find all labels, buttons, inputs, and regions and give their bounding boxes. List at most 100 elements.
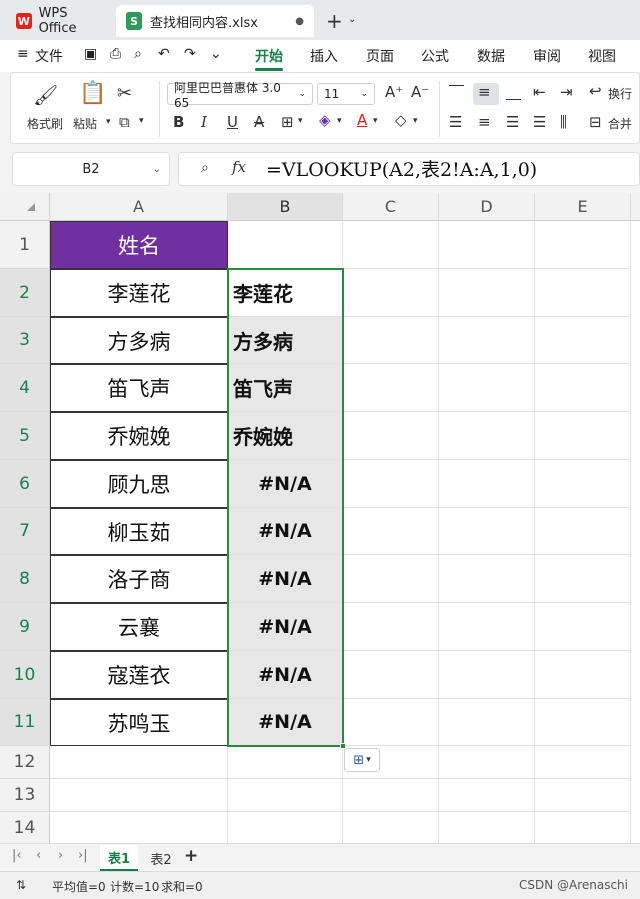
menu-tab-view[interactable]: 视图 (588, 46, 616, 66)
cell-c7[interactable] (343, 508, 439, 555)
cell-a11[interactable]: 苏鸣玉 (50, 699, 228, 746)
align-middle-icon[interactable]: ≡ (478, 83, 491, 101)
cell-c11[interactable] (343, 699, 439, 746)
previous-sheet-icon[interactable]: ‹ (36, 848, 41, 863)
distributed-align-icon[interactable]: ⫼ (560, 113, 567, 131)
cell-b4[interactable]: 笛飞声 (228, 364, 343, 412)
column-header-d[interactable]: D (439, 193, 535, 221)
row-header-9[interactable]: 9 (0, 603, 50, 651)
cell-e4[interactable] (535, 364, 631, 412)
cell-e9[interactable] (535, 603, 631, 651)
align-left-icon[interactable]: ☰ (449, 113, 462, 131)
borders-icon[interactable]: ⊞ (281, 113, 294, 131)
font-name-select[interactable]: 阿里巴巴普惠体 3.0 65 ⌄ (167, 81, 313, 110)
cell-b1[interactable] (228, 221, 343, 269)
cell-e14[interactable] (535, 812, 631, 843)
cell-mode-icon[interactable]: ⇅ (16, 878, 26, 892)
align-right-icon[interactable]: ☰ (506, 113, 519, 131)
first-sheet-icon[interactable]: |‹ (12, 848, 22, 863)
cell-b5[interactable]: 乔婉娩 (228, 412, 343, 460)
format-painter-button[interactable]: 格式刷 (27, 115, 63, 132)
cell-c6[interactable] (343, 460, 439, 508)
menu-tab-data[interactable]: 数据 (477, 46, 505, 66)
cell-b8[interactable]: #N/A (228, 555, 343, 603)
cell-a4[interactable]: 笛飞声 (50, 364, 228, 412)
cell-a3[interactable]: 方多病 (50, 317, 228, 364)
row-header-11[interactable]: 11 (0, 699, 50, 746)
menu-tab-home[interactable]: 开始 (255, 46, 283, 66)
row-header-3[interactable]: 3 (0, 317, 50, 364)
cell-b7[interactable]: #N/A (228, 508, 343, 555)
row-header-5[interactable]: 5 (0, 412, 50, 460)
paste-chevron-icon[interactable]: ▾ (106, 117, 111, 127)
cell-b2[interactable]: 李莲花 (228, 269, 343, 317)
cell-c3[interactable] (343, 317, 439, 364)
cell-d10[interactable] (439, 651, 535, 699)
cell-c9[interactable] (343, 603, 439, 651)
font-size-select[interactable]: 11 ⌄ (317, 83, 375, 105)
cell-b3[interactable]: 方多病 (228, 317, 343, 364)
menu-tab-review[interactable]: 审阅 (533, 46, 561, 66)
menu-file[interactable]: 文件 (35, 46, 63, 66)
merge-cells-button[interactable]: 合并 (608, 115, 632, 132)
cell-b10[interactable]: #N/A (228, 651, 343, 699)
clear-format-eraser-icon[interactable]: ◇ (395, 111, 407, 129)
cell-a6[interactable]: 顾九思 (50, 460, 228, 508)
bold-icon[interactable]: B (173, 113, 184, 131)
cell-e10[interactable] (535, 651, 631, 699)
cell-d6[interactable] (439, 460, 535, 508)
formula-input[interactable]: =VLOOKUP(A2,表2!A:A,1,0) (266, 155, 537, 182)
paste-button[interactable]: 粘贴 (73, 115, 97, 132)
menu-tab-formula[interactable]: 公式 (421, 46, 449, 66)
print-preview-icon[interactable]: ⌕ (134, 46, 142, 62)
cell-e6[interactable] (535, 460, 631, 508)
paste-clipboard-icon[interactable]: 📋 (79, 81, 106, 106)
cell-b9[interactable]: #N/A (228, 603, 343, 651)
font-color-chevron-icon[interactable]: ▾ (373, 116, 378, 126)
chevron-down-icon[interactable]: ⌄ (153, 164, 161, 175)
tab-document[interactable]: S 查找相同内容.xlsx ● (116, 5, 314, 37)
print-icon[interactable]: ⎙ (110, 46, 121, 62)
cell-d5[interactable] (439, 412, 535, 460)
cell-c13[interactable] (343, 779, 439, 812)
underline-icon[interactable]: U (227, 113, 238, 131)
increase-indent-icon[interactable]: ⇥ (560, 83, 573, 101)
cell-b13[interactable] (228, 779, 343, 812)
cell-a14[interactable] (50, 812, 228, 843)
cell-e12[interactable] (535, 746, 631, 779)
clear-chevron-icon[interactable]: ▾ (413, 116, 418, 126)
cut-scissors-icon[interactable]: ✂ (117, 83, 132, 104)
row-header-13[interactable]: 13 (0, 779, 50, 812)
cell-b6[interactable]: #N/A (228, 460, 343, 508)
row-header-14[interactable]: 14 (0, 812, 50, 843)
cell-e5[interactable] (535, 412, 631, 460)
cell-b12[interactable] (228, 746, 343, 779)
justify-icon[interactable]: ☰ (533, 113, 546, 131)
row-header-6[interactable]: 6 (0, 460, 50, 508)
borders-chevron-icon[interactable]: ▾ (298, 116, 303, 126)
decrease-font-icon[interactable]: A⁻ (411, 83, 429, 101)
align-top-icon[interactable]: ⎺ (449, 83, 464, 101)
cell-e13[interactable] (535, 779, 631, 812)
decrease-indent-icon[interactable]: ⇤ (533, 83, 546, 101)
cell-d4[interactable] (439, 364, 535, 412)
cell-c14[interactable] (343, 812, 439, 843)
cell-e8[interactable] (535, 555, 631, 603)
cell-a7[interactable]: 柳玉茹 (50, 508, 228, 555)
undo-icon[interactable]: ↶ (158, 46, 170, 62)
copy-chevron-icon[interactable]: ▾ (139, 116, 144, 126)
cell-e1[interactable] (535, 221, 631, 269)
chevron-down-icon[interactable]: ⌄ (348, 14, 356, 25)
cell-a12[interactable] (50, 746, 228, 779)
cell-d11[interactable] (439, 699, 535, 746)
cell-a13[interactable] (50, 779, 228, 812)
zoom-magnifier-icon[interactable]: ⌕ (201, 160, 209, 176)
next-sheet-icon[interactable]: › (58, 848, 63, 863)
row-header-8[interactable]: 8 (0, 555, 50, 603)
cell-a1[interactable]: 姓名 (50, 221, 228, 269)
unsaved-dot-icon[interactable]: ● (295, 16, 304, 27)
name-box[interactable]: B2 ⌄ (12, 152, 170, 186)
spreadsheet-grid[interactable]: A B C D E 1 2 3 4 5 6 7 8 9 10 11 12 13 … (0, 193, 640, 843)
menu-tab-page[interactable]: 页面 (366, 46, 394, 66)
cell-a10[interactable]: 寇莲衣 (50, 651, 228, 699)
